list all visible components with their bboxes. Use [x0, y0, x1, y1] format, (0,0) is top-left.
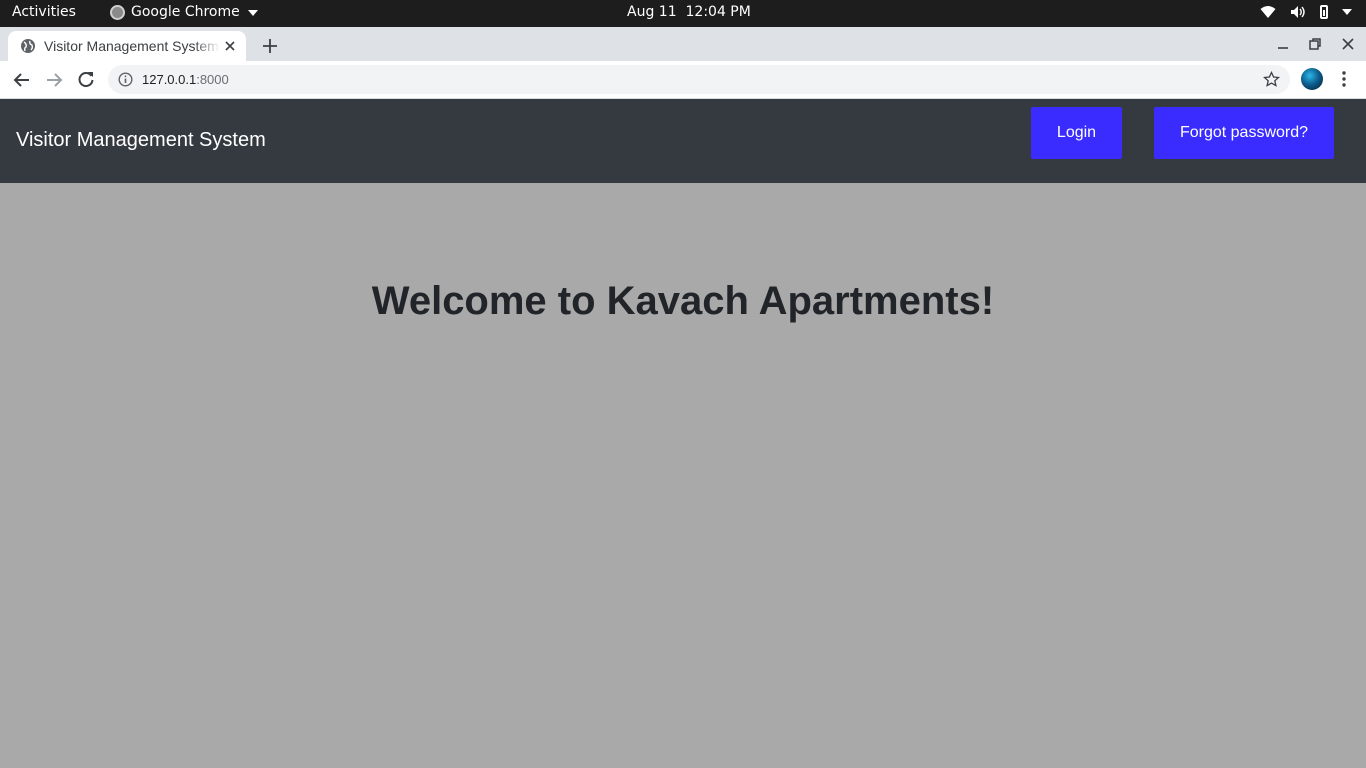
- restore-icon[interactable]: [1307, 36, 1323, 52]
- url-host: 127.0.0.1: [142, 72, 197, 87]
- site-navbar: Visitor Management System Login Forgot p…: [0, 99, 1366, 183]
- site-brand[interactable]: Visitor Management System: [16, 129, 266, 152]
- volume-icon: [1291, 6, 1305, 18]
- battery-icon: [1320, 5, 1328, 19]
- tray-menu-caret-icon: [1342, 9, 1352, 15]
- close-tab-icon[interactable]: [222, 38, 238, 54]
- tab-strip: Visitor Management System: [0, 27, 1366, 61]
- more-options-icon[interactable]: [1336, 70, 1352, 88]
- activities-button[interactable]: Activities: [12, 4, 76, 20]
- new-tab-icon[interactable]: [259, 35, 281, 57]
- globe-icon: [21, 39, 35, 53]
- browser-tab[interactable]: Visitor Management System: [8, 31, 246, 61]
- browser-toolbar: 127.0.0.1:8000: [0, 61, 1366, 99]
- back-arrow-icon[interactable]: [12, 70, 32, 90]
- url-port: :8000: [196, 72, 229, 87]
- tab-title: Visitor Management System: [44, 38, 219, 54]
- app-name-label: Google Chrome: [131, 4, 240, 20]
- system-tray[interactable]: [1260, 5, 1352, 19]
- address-bar[interactable]: 127.0.0.1:8000: [108, 65, 1290, 94]
- chrome-app-icon: [110, 4, 125, 20]
- wifi-icon: [1260, 6, 1276, 18]
- forward-arrow-icon[interactable]: [44, 70, 64, 90]
- app-menu[interactable]: Google Chrome: [110, 4, 258, 20]
- page-content: Visitor Management System Login Forgot p…: [0, 99, 1366, 768]
- minimize-icon[interactable]: [1275, 36, 1291, 52]
- reload-icon[interactable]: [76, 70, 96, 90]
- forgot-password-button[interactable]: Forgot password?: [1154, 107, 1334, 159]
- system-top-bar: Activities Google Chrome Aug 11 12:04 PM: [0, 0, 1366, 27]
- dropdown-caret-icon: [247, 10, 258, 16]
- welcome-heading: Welcome to Kavach Apartments!: [371, 279, 995, 323]
- profile-avatar[interactable]: [1301, 68, 1323, 90]
- clock[interactable]: Aug 11 12:04 PM: [627, 4, 751, 20]
- site-info-icon[interactable]: [118, 72, 133, 87]
- bookmark-star-icon[interactable]: [1263, 71, 1280, 88]
- close-window-icon[interactable]: [1340, 36, 1356, 52]
- login-button[interactable]: Login: [1031, 107, 1122, 159]
- url-text: 127.0.0.1:8000: [142, 72, 229, 87]
